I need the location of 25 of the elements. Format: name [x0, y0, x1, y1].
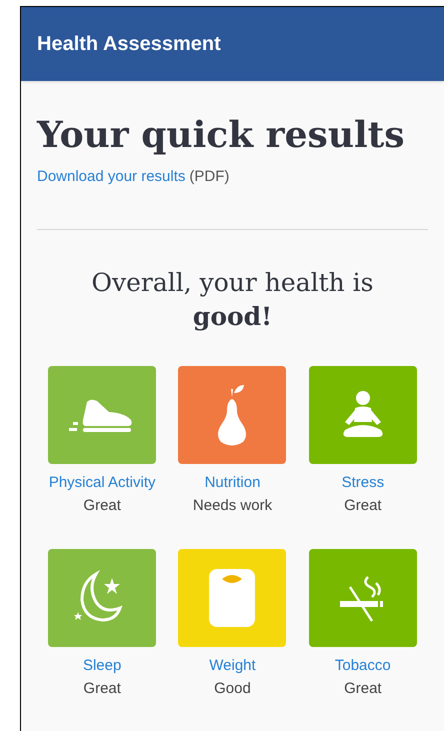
scale-icon — [209, 569, 256, 628]
category-rating: Needs work — [192, 496, 272, 516]
app-title: Health Assessment — [37, 32, 221, 57]
category-link[interactable]: Nutrition — [204, 472, 260, 495]
category-link[interactable]: Physical Activity — [48, 472, 156, 495]
download-link[interactable]: Download your results — [37, 166, 186, 188]
category-rating: Great — [344, 678, 382, 699]
category-link[interactable]: Stress — [342, 472, 384, 495]
file-type-note: (PDF) — [189, 167, 230, 187]
category-rating: Great — [83, 496, 121, 516]
category-rating: Great — [83, 678, 121, 699]
category-tile[interactable] — [178, 366, 286, 464]
category-rating: Great — [344, 496, 382, 516]
category-rating: Good — [214, 678, 251, 699]
category-tile[interactable] — [48, 366, 156, 464]
category-tile[interactable] — [308, 366, 417, 464]
category-link[interactable]: Sleep — [82, 655, 122, 678]
category-tile[interactable] — [48, 549, 156, 648]
category-link[interactable]: Tobacco — [334, 655, 391, 678]
no-smoking-icon — [340, 573, 386, 624]
category-tile[interactable] — [178, 549, 286, 648]
category-link[interactable]: Weight — [209, 655, 256, 678]
page-heading: Your quick results — [37, 113, 406, 158]
category-tile[interactable] — [308, 549, 417, 648]
health-summary: Overall, your health is good! — [90, 266, 375, 333]
